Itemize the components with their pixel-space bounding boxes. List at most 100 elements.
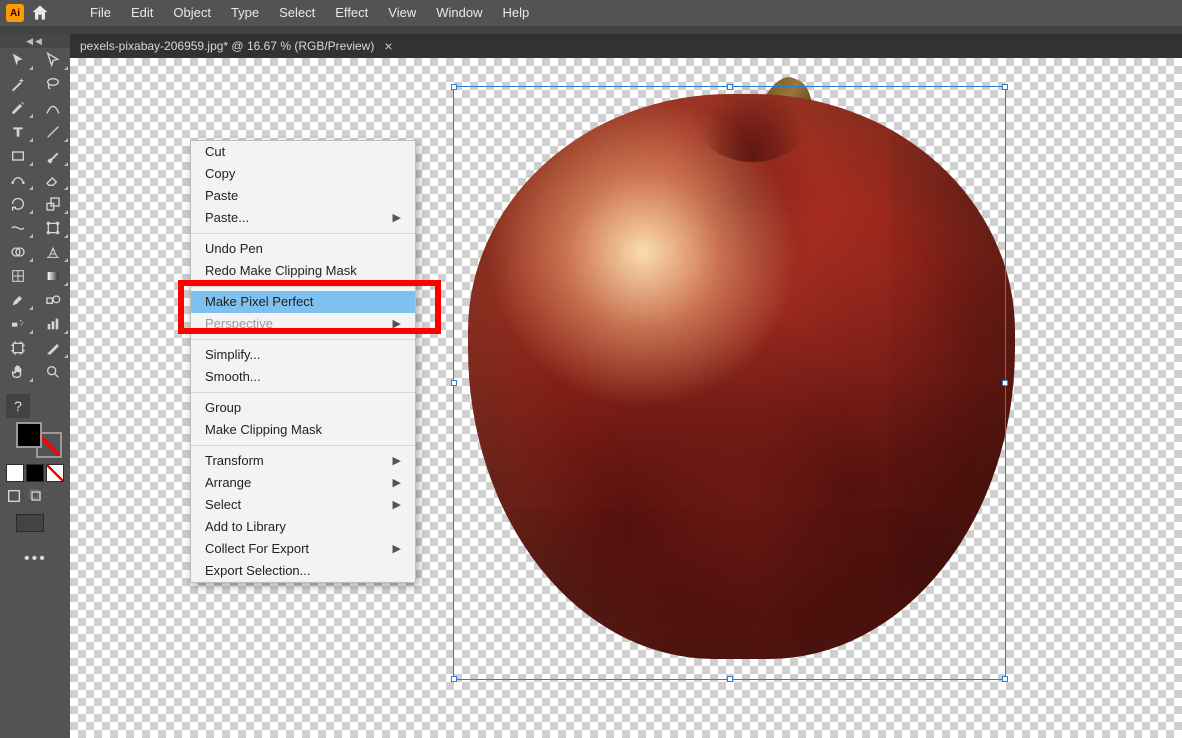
bbox-handle-bm[interactable] <box>727 676 733 682</box>
magic-wand-tool-icon[interactable] <box>0 72 35 96</box>
type-tool-icon[interactable] <box>0 120 35 144</box>
eyedropper-tool-icon[interactable] <box>0 288 35 312</box>
context-menu-item-label: Perspective <box>205 313 273 335</box>
context-menu-separator <box>191 339 415 340</box>
zoom-tool-icon[interactable] <box>35 360 70 384</box>
context-menu-item-label: Select <box>205 494 241 516</box>
document-tab-title: pexels-pixabay-206959.jpg* @ 16.67 % (RG… <box>80 39 374 53</box>
selection-tool-icon[interactable] <box>0 48 35 72</box>
document-tab-bar: pexels-pixabay-206959.jpg* @ 16.67 % (RG… <box>70 34 1182 58</box>
context-menu-item-label: Paste... <box>205 207 249 229</box>
menu-help[interactable]: Help <box>492 0 539 26</box>
context-menu-item-group[interactable]: Group <box>191 397 415 419</box>
draw-mode-row <box>6 488 70 504</box>
context-menu-item-add-to-library[interactable]: Add to Library <box>191 516 415 538</box>
slice-tool-icon[interactable] <box>35 336 70 360</box>
fill-stroke-swatch[interactable] <box>16 422 56 456</box>
width-tool-icon[interactable] <box>0 216 35 240</box>
symbol-sprayer-tool-icon[interactable] <box>0 312 35 336</box>
canvas-area: CutCopyPastePaste... ▶ Undo PenRedo Make C… <box>70 58 1182 738</box>
gradient-tool-icon[interactable] <box>35 264 70 288</box>
context-menu-item-redo-make-clipping-mask[interactable]: Redo Make Clipping Mask <box>191 260 415 282</box>
pen-tool-icon[interactable] <box>0 96 35 120</box>
curvature-tool-icon[interactable] <box>35 96 70 120</box>
column-graph-tool-icon[interactable] <box>35 312 70 336</box>
context-menu-item-simplify[interactable]: Simplify... <box>191 344 415 366</box>
context-menu-item-label: Undo Pen <box>205 238 263 260</box>
menu-window[interactable]: Window <box>426 0 492 26</box>
bbox-handle-ml[interactable] <box>451 380 457 386</box>
menu-type[interactable]: Type <box>221 0 269 26</box>
context-menu-item-select[interactable]: Select ▶ <box>191 494 415 516</box>
selection-bounding-box[interactable] <box>453 86 1006 680</box>
bbox-handle-br[interactable] <box>1002 676 1008 682</box>
context-menu-item-copy[interactable]: Copy <box>191 163 415 185</box>
screen-mode-icon[interactable] <box>16 514 44 532</box>
direct-selection-tool-icon[interactable] <box>35 48 70 72</box>
eraser-tool-icon[interactable] <box>35 168 70 192</box>
shape-builder-tool-icon[interactable] <box>0 240 35 264</box>
context-menu-item-label: Export Selection... <box>205 560 311 582</box>
fill-swatch[interactable] <box>16 422 42 448</box>
color-mode-none-icon[interactable] <box>46 464 64 482</box>
context-menu-item-make-pixel-perfect[interactable]: Make Pixel Perfect <box>191 291 415 313</box>
rectangle-tool-icon[interactable] <box>0 144 35 168</box>
line-segment-tool-icon[interactable] <box>35 120 70 144</box>
perspective-grid-tool-icon[interactable] <box>35 240 70 264</box>
artboard-tool-icon[interactable] <box>0 336 35 360</box>
context-menu-separator <box>191 233 415 234</box>
menu-select[interactable]: Select <box>269 0 325 26</box>
home-icon[interactable] <box>30 3 50 23</box>
context-menu-separator <box>191 445 415 446</box>
menu-object[interactable]: Object <box>163 0 221 26</box>
rotate-tool-icon[interactable] <box>0 192 35 216</box>
submenu-arrow-icon: ▶ <box>393 207 401 229</box>
context-menu-item-perspective: Perspective▶ <box>191 313 415 335</box>
color-mode-gradient-icon[interactable] <box>26 464 44 482</box>
bbox-handle-tl[interactable] <box>451 84 457 90</box>
bbox-handle-mr[interactable] <box>1002 380 1008 386</box>
blend-tool-icon[interactable] <box>35 288 70 312</box>
lasso-tool-icon[interactable] <box>35 72 70 96</box>
context-menu-item-cut[interactable]: Cut <box>191 141 415 163</box>
context-menu-separator <box>191 286 415 287</box>
document-tab[interactable]: pexels-pixabay-206959.jpg* @ 16.67 % (RG… <box>70 34 403 58</box>
context-menu-item-label: Collect For Export <box>205 538 309 560</box>
color-mode-color-icon[interactable] <box>6 464 24 482</box>
menu-view[interactable]: View <box>378 0 426 26</box>
context-menu-item-label: Paste <box>205 185 238 207</box>
bbox-handle-tr[interactable] <box>1002 84 1008 90</box>
context-menu-item-collect-for-export[interactable]: Collect For Export▶ <box>191 538 415 560</box>
close-icon[interactable]: × <box>384 38 392 54</box>
menu-file[interactable]: File <box>80 0 121 26</box>
free-transform-tool-icon[interactable] <box>35 216 70 240</box>
shaper-tool-icon[interactable] <box>0 168 35 192</box>
hand-tool-icon[interactable] <box>0 360 35 384</box>
bbox-handle-tm[interactable] <box>727 84 733 90</box>
submenu-arrow-icon: ▶ <box>393 450 401 472</box>
context-menu-item-label: Add to Library <box>205 516 286 538</box>
context-menu-item-paste[interactable]: Paste <box>191 185 415 207</box>
context-menu-item-make-clipping-mask[interactable]: Make Clipping Mask <box>191 419 415 441</box>
context-menu-item-undo-pen[interactable]: Undo Pen <box>191 238 415 260</box>
context-menu-item-paste[interactable]: Paste... ▶ <box>191 207 415 229</box>
draw-behind-icon[interactable] <box>28 488 44 504</box>
panel-collapse-handle[interactable]: ◀◀ <box>0 34 70 48</box>
menu-edit[interactable]: Edit <box>121 0 163 26</box>
mesh-tool-icon[interactable] <box>0 264 35 288</box>
context-menu-item-transform[interactable]: Transform▶ <box>191 450 415 472</box>
edit-toolbar-icon[interactable]: ••• <box>24 550 70 568</box>
bbox-handle-bl[interactable] <box>451 676 457 682</box>
context-menu-item-smooth[interactable]: Smooth... <box>191 366 415 388</box>
context-menu-item-export-selection[interactable]: Export Selection... <box>191 560 415 582</box>
scale-tool-icon[interactable] <box>35 192 70 216</box>
context-menu-item-label: Cut <box>205 141 225 163</box>
context-menu-item-arrange[interactable]: Arrange▶ <box>191 472 415 494</box>
color-mode-row <box>6 464 70 482</box>
paintbrush-tool-icon[interactable] <box>35 144 70 168</box>
draw-normal-icon[interactable] <box>6 488 22 504</box>
context-menu-item-label: Make Clipping Mask <box>205 419 322 441</box>
submenu-arrow-icon: ▶ <box>393 494 401 516</box>
help-icon[interactable]: ? <box>6 394 30 418</box>
menu-effect[interactable]: Effect <box>325 0 378 26</box>
